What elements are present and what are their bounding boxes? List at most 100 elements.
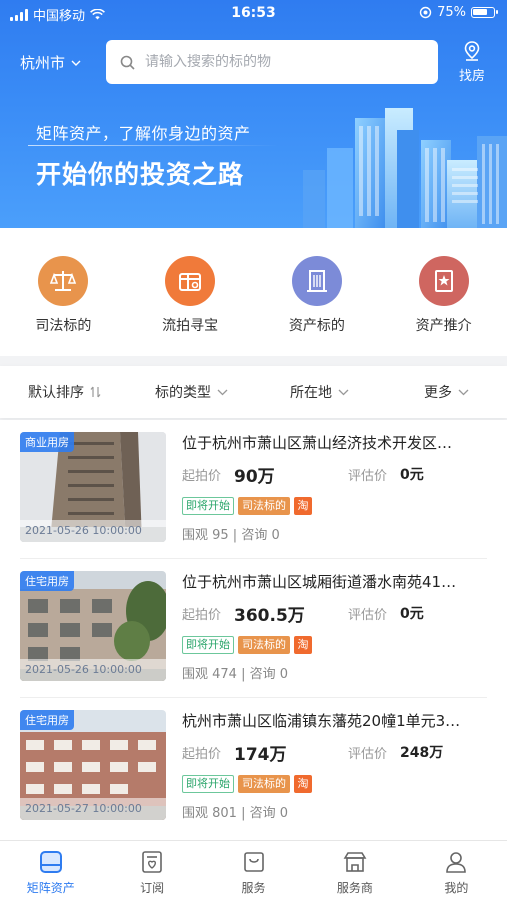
price-row: 起拍价 360.5万 评估价 0元 xyxy=(182,601,482,626)
eval-price-value: 0元 xyxy=(400,467,424,483)
start-price-label: 起拍价 xyxy=(182,747,222,762)
find-house-button[interactable]: 找房 xyxy=(455,40,489,84)
location-pin-icon xyxy=(464,41,480,61)
start-price-label: 起拍价 xyxy=(182,608,222,623)
status-badges: 即将开始 司法标的 淘 xyxy=(182,497,312,515)
hero-header: 中国移动 16:53 75% 杭州市 找房 矩阵资产，了解你身边的资产 开始你的… xyxy=(0,0,507,228)
tab-label: 我的 xyxy=(444,881,469,895)
listing-title: 杭州市萧山区临浦镇东藩苑20幢1单元3… xyxy=(182,712,461,730)
eval-price-value: 248万 xyxy=(400,745,444,761)
slogan-big: 开始你的投资之路 xyxy=(36,160,245,189)
scales-icon xyxy=(38,256,89,306)
listing-photo: 商业用房 2021-05-26 10:00:00 xyxy=(20,432,166,542)
chevron-down-icon xyxy=(217,389,228,395)
bag-icon xyxy=(243,852,264,872)
status-badge-judicial: 司法标的 xyxy=(238,636,290,654)
category-shortcuts: 司法标的 流拍寻宝 资产标的 资产推介 xyxy=(0,228,507,356)
category-label: 资产标的 xyxy=(288,318,345,334)
property-type-tag: 商业用房 xyxy=(20,432,74,452)
filter-label: 默认排序 xyxy=(28,385,84,401)
filter-location[interactable]: 所在地 xyxy=(290,382,349,402)
subscribe-heart-icon xyxy=(142,851,162,873)
taobao-badge: 淘 xyxy=(294,775,312,793)
tab-label: 服务商 xyxy=(336,881,373,895)
eval-price-value: 0元 xyxy=(400,606,424,622)
filter-more[interactable]: 更多 xyxy=(424,382,469,402)
category-asset[interactable]: 资产标的 xyxy=(254,228,381,356)
battery-percent: 75% xyxy=(437,5,466,20)
tab-label: 服务 xyxy=(241,881,266,895)
treasure-box-icon xyxy=(165,256,216,306)
bottom-tab-bar: 矩阵资产 订阅 服务 服务商 我的 xyxy=(0,840,507,900)
taobao-badge: 淘 xyxy=(294,497,312,515)
listing-card[interactable]: 住宅用房 2021-05-26 10:00:00 位于杭州市萧山区城厢街道潘水南… xyxy=(0,559,507,698)
tab-mine[interactable]: 我的 xyxy=(406,841,507,900)
category-failed-auction[interactable]: 流拍寻宝 xyxy=(127,228,254,356)
category-label: 流拍寻宝 xyxy=(162,318,219,334)
auction-date: 2021-05-27 10:00:00 xyxy=(20,798,166,820)
find-house-label: 找房 xyxy=(458,69,485,84)
search-box[interactable] xyxy=(106,40,438,84)
slogan-small: 矩阵资产，了解你身边的资产 xyxy=(36,124,251,143)
tab-service[interactable]: 服务 xyxy=(203,841,304,900)
chevron-down-icon xyxy=(338,389,349,395)
filter-sort[interactable]: 默认排序 xyxy=(28,382,101,402)
listing-list: 商业用房 2021-05-26 10:00:00 位于杭州市萧山区萧山经济技术开… xyxy=(0,420,507,840)
listing-card[interactable]: 住宅用房 2021-05-27 10:00:00 杭州市萧山区临浦镇东藩苑20幢… xyxy=(0,698,507,837)
filter-bar: 默认排序 标的类型 所在地 更多 xyxy=(0,366,507,418)
start-price-label: 起拍价 xyxy=(182,469,222,484)
tab-label: 矩阵资产 xyxy=(26,881,75,895)
view-consult-stats: 围观 801 | 咨询 0 xyxy=(182,806,288,821)
battery-icon xyxy=(471,7,498,18)
home-asset-icon xyxy=(39,851,62,873)
category-label: 资产推介 xyxy=(415,318,472,334)
price-row: 起拍价 90万 评估价 0元 xyxy=(182,462,482,487)
status-badges: 即将开始 司法标的 淘 xyxy=(182,636,312,654)
status-badge-upcoming: 即将开始 xyxy=(182,636,234,654)
view-consult-stats: 围观 95 | 咨询 0 xyxy=(182,528,280,543)
auction-date: 2021-05-26 10:00:00 xyxy=(20,520,166,542)
tab-label: 订阅 xyxy=(140,881,165,895)
taobao-badge: 淘 xyxy=(294,636,312,654)
property-type-tag: 住宅用房 xyxy=(20,571,74,591)
start-price-value: 360.5万 xyxy=(234,606,305,626)
status-bar: 中国移动 16:53 75% xyxy=(0,0,507,28)
city-skyline-illustration xyxy=(303,108,507,228)
tab-subscribe[interactable]: 订阅 xyxy=(101,841,202,900)
orientation-lock-icon xyxy=(419,6,432,19)
sort-icon xyxy=(90,386,101,398)
filter-label: 标的类型 xyxy=(155,385,211,401)
user-icon xyxy=(446,852,467,873)
status-badge-judicial: 司法标的 xyxy=(238,775,290,793)
category-promotion[interactable]: 资产推介 xyxy=(380,228,507,356)
category-label: 司法标的 xyxy=(35,318,92,334)
start-price-value: 90万 xyxy=(234,467,275,487)
property-type-tag: 住宅用房 xyxy=(20,710,74,730)
building-icon xyxy=(291,256,342,306)
eval-price-label: 评估价 xyxy=(348,747,388,762)
shop-icon xyxy=(343,852,367,872)
view-consult-stats: 围观 474 | 咨询 0 xyxy=(182,667,288,682)
price-row: 起拍价 174万 评估价 248万 xyxy=(182,740,482,765)
status-badge-upcoming: 即将开始 xyxy=(182,775,234,793)
filter-label: 更多 xyxy=(424,385,452,401)
eval-price-label: 评估价 xyxy=(348,608,388,623)
eval-price-label: 评估价 xyxy=(348,469,388,484)
tab-home[interactable]: 矩阵资产 xyxy=(0,841,101,900)
search-input[interactable] xyxy=(145,54,405,70)
star-frame-icon xyxy=(418,256,469,306)
auction-date: 2021-05-26 10:00:00 xyxy=(20,659,166,681)
filter-type[interactable]: 标的类型 xyxy=(155,382,228,402)
city-label: 杭州市 xyxy=(20,54,66,72)
filter-label: 所在地 xyxy=(290,385,332,401)
chevron-down-icon xyxy=(71,60,81,66)
slogan-divider xyxy=(28,145,278,146)
listing-title: 位于杭州市萧山区城厢街道潘水南苑41… xyxy=(182,573,457,591)
listing-card[interactable]: 商业用房 2021-05-26 10:00:00 位于杭州市萧山区萧山经济技术开… xyxy=(0,420,507,559)
tab-provider[interactable]: 服务商 xyxy=(304,841,405,900)
status-badge-judicial: 司法标的 xyxy=(238,497,290,515)
city-selector[interactable]: 杭州市 xyxy=(20,52,81,73)
category-judicial[interactable]: 司法标的 xyxy=(0,228,127,356)
status-badge-upcoming: 即将开始 xyxy=(182,497,234,515)
search-icon xyxy=(120,55,135,70)
